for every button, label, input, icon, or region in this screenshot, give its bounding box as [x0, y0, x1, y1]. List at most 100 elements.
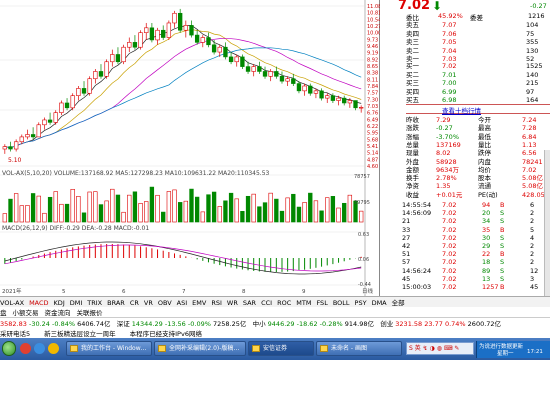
- indicator-tab[interactable]: ROC: [277, 299, 291, 307]
- volume-bar: [302, 202, 307, 223]
- sh-change: -30.24: [28, 320, 50, 328]
- stat-label: 涨跌: [406, 124, 419, 133]
- windows-taskbar: 我的工作台 - Window… 全网补采编辑(2.0)-版稿… 安信证券 未命名…: [0, 338, 550, 360]
- volume-bar: [25, 205, 30, 223]
- volume-bar: [240, 211, 245, 223]
- indicator-tab[interactable]: RSI: [211, 299, 222, 307]
- kline-chart-svg[interactable]: 11.0810.8110.5410.2710.009.739.469.198.9…: [0, 0, 381, 296]
- indicator-tab[interactable]: FSL: [316, 299, 327, 307]
- quicklaunch-app-icon[interactable]: [48, 343, 59, 354]
- volume-bar: [359, 210, 364, 223]
- sub-tab[interactable]: 关联报价: [77, 309, 103, 317]
- volume-bar: [234, 198, 239, 223]
- price-axis-label: 11.08: [367, 4, 380, 10]
- tick-row: 14:56:09 7.02 20 S 2: [402, 209, 550, 218]
- macd-axis-label: -0.44: [358, 282, 371, 288]
- indicator-tab[interactable]: WR: [227, 299, 238, 307]
- indicator-tab[interactable]: BRAR: [107, 299, 125, 307]
- candle-body: [200, 37, 205, 43]
- candle-body: [308, 85, 313, 94]
- candle-body: [30, 134, 36, 138]
- cy-change: 23.77: [424, 320, 443, 328]
- ime-toolbar[interactable]: S 英 ↯ ◑ ◍ ⌨ ✎: [406, 342, 474, 355]
- indicator-tab[interactable]: CCI: [261, 299, 272, 307]
- candle-body: [42, 119, 47, 126]
- tick-price: 7.02: [442, 209, 457, 218]
- bid-row: 买一 7.02 1525: [406, 62, 550, 70]
- news-item[interactable]: 本程序已经支持IPv6网络: [130, 330, 202, 338]
- news-item[interactable]: 采研电话5: [0, 330, 30, 338]
- indicator-tab[interactable]: DMA: [372, 299, 387, 307]
- volume-bar: [8, 198, 13, 223]
- ten-level-quote-link[interactable]: 查看十档行情: [442, 105, 481, 115]
- volume-bar: [76, 196, 81, 223]
- candle-body: [53, 112, 58, 123]
- ask-row: 卖二 7.04 130: [406, 47, 550, 55]
- volume-bar: [291, 193, 296, 223]
- bid-volume: 215: [526, 79, 539, 88]
- indicator-tab[interactable]: MTM: [296, 299, 311, 307]
- change-small: -0.27: [530, 2, 547, 10]
- quicklaunch-ie-icon[interactable]: [34, 343, 45, 354]
- stat-value: 7.02: [522, 165, 537, 174]
- tick-side: B: [500, 201, 505, 209]
- indicator-tab[interactable]: MACD: [29, 299, 48, 307]
- tick-price: 7.02: [442, 233, 457, 242]
- date-axis-label: 7: [182, 289, 186, 295]
- candle-body: [245, 66, 251, 72]
- taskbar-app-anxin-securities[interactable]: 安信证券: [248, 341, 314, 356]
- indicator-tab[interactable]: CR: [130, 299, 139, 307]
- sub-tab[interactable]: 盘: [0, 309, 7, 317]
- indicator-tab[interactable]: 全部: [392, 299, 405, 307]
- candle-body: [144, 27, 149, 33]
- tick-price: 7.02: [442, 225, 457, 234]
- volume-bar: [223, 200, 228, 223]
- kline-chart-area[interactable]: 11.08 10.81 10.54 10.27 10.00 9.73 9.46 9.19 8.9…: [0, 0, 381, 296]
- indicator-tab[interactable]: PSY: [355, 299, 367, 307]
- price-axis-label: 5.14: [367, 151, 378, 157]
- volume-axis-label: 39795: [354, 200, 370, 206]
- tick-time: 33: [402, 225, 411, 234]
- tick-time: 21: [402, 217, 411, 226]
- taskbar-app-editor[interactable]: 全网补采编辑(2.0)-版稿…: [154, 341, 246, 356]
- indicator-tab[interactable]: VOL-AX: [0, 299, 24, 307]
- date-axis-label: 8: [242, 289, 246, 295]
- stat-label: 跌停: [478, 149, 491, 158]
- taskbar-app-paint[interactable]: 未命名 - 画图: [316, 341, 402, 356]
- candle-body: [183, 25, 188, 31]
- start-button[interactable]: [2, 341, 16, 356]
- tick-volume: 89: [482, 266, 491, 275]
- date-axis-label: 5: [62, 289, 66, 295]
- volume-bar: [308, 192, 313, 223]
- clock-weekday: 星期一: [497, 351, 514, 357]
- indicator-tab[interactable]: VR: [144, 299, 153, 307]
- indicator-tab[interactable]: KDJ: [54, 299, 65, 307]
- indicator-tab[interactable]: TRIX: [87, 299, 102, 307]
- indicator-tab[interactable]: BOLL: [333, 299, 350, 307]
- news-item[interactable]: 新三板精选层设立一周年: [44, 330, 116, 338]
- price-axis-label: 5.41: [367, 144, 378, 150]
- taskbar-app-workbench[interactable]: 我的工作台 - Window…: [66, 341, 152, 356]
- volume-bar: [166, 191, 172, 223]
- quicklaunch-browser-icon[interactable]: [20, 343, 31, 354]
- indicator-tab[interactable]: EMV: [192, 299, 206, 307]
- sub-tabs: 盘小额交易 资金流向 关联报价: [0, 307, 550, 317]
- tick-count: 45: [530, 283, 539, 291]
- bid-volume: 140: [526, 70, 539, 79]
- sz-pct: -0.09%: [187, 320, 211, 328]
- sub-tab[interactable]: 资金流向: [45, 309, 71, 317]
- tick-scrollbar[interactable]: [544, 150, 550, 296]
- indicator-tab[interactable]: ASI: [177, 299, 188, 307]
- candle-body: [47, 119, 53, 123]
- bid-price: 6.99: [442, 87, 457, 96]
- indicator-tab[interactable]: DMI: [70, 299, 83, 307]
- candle-body: [36, 124, 41, 138]
- tick-volume: 34: [482, 217, 491, 226]
- indicator-tab[interactable]: OBV: [158, 299, 172, 307]
- volume-bar: [347, 194, 353, 223]
- cy-pct: 0.74%: [444, 320, 466, 328]
- indicator-tab[interactable]: SAR: [243, 299, 256, 307]
- price-axis-label: 8.11: [367, 77, 378, 83]
- price-axis-label: 10.81: [367, 11, 380, 17]
- sub-tab[interactable]: 小额交易: [13, 309, 39, 317]
